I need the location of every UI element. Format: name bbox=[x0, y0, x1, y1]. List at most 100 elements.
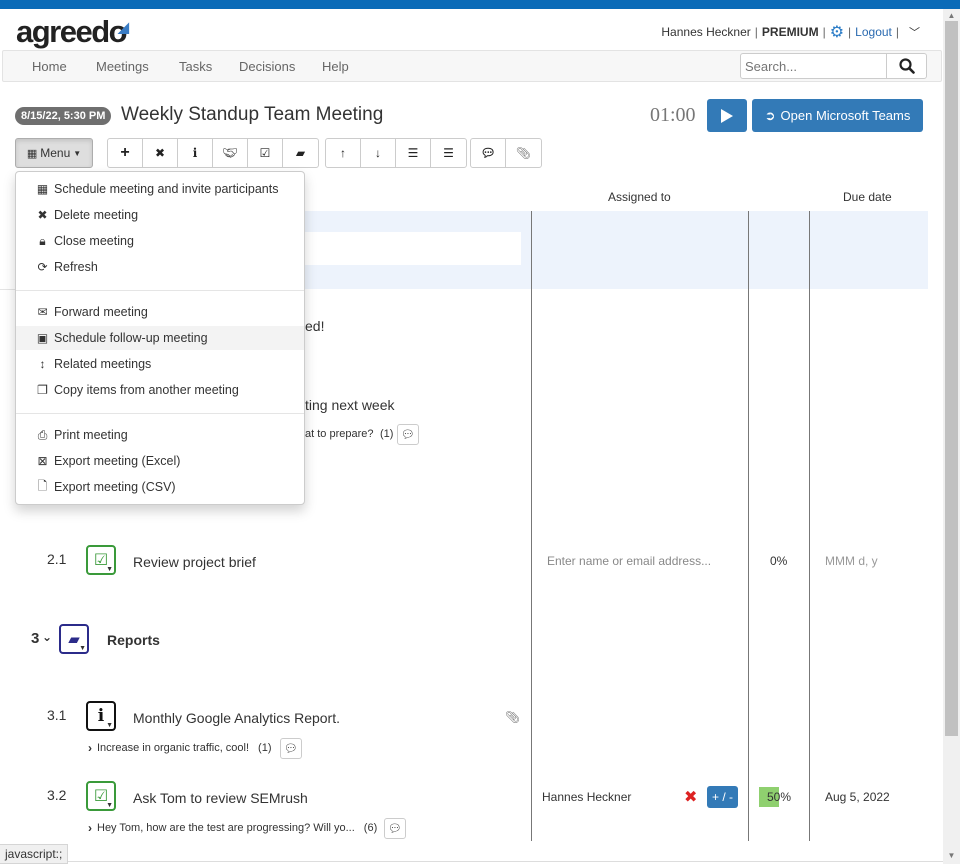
chevron-right-icon[interactable]: › bbox=[88, 741, 92, 755]
menu-item-follow-up[interactable]: ▣ Schedule follow-up meeting bbox=[16, 326, 304, 350]
menu-item-label: Schedule meeting and invite participants bbox=[54, 182, 279, 196]
item-number: 3.1 bbox=[47, 707, 67, 723]
comment-icon: 💬︎ bbox=[480, 146, 496, 160]
progress-bar[interactable]: 50% bbox=[759, 787, 799, 807]
menu-item-copy[interactable]: ❐ Copy items from another meeting bbox=[16, 378, 304, 402]
menu-item-related[interactable]: ↕ Related meetings bbox=[16, 352, 304, 376]
comment-line: › Hey Tom, how are the test are progress… bbox=[88, 821, 377, 835]
scroll-up-icon[interactable]: ▲ bbox=[943, 9, 960, 21]
comment-button[interactable]: 💬︎ bbox=[397, 424, 419, 445]
caret-down-icon: ▼ bbox=[106, 802, 113, 809]
task-type-icon[interactable]: ☑ ▼ bbox=[86, 545, 116, 575]
attach-button[interactable]: 📎︎ bbox=[506, 139, 541, 167]
partial-comment: at to prepare? bbox=[305, 428, 374, 440]
arrow-up-icon: ↑ bbox=[340, 146, 346, 160]
scrollbar-thumb[interactable] bbox=[945, 21, 958, 736]
progress-value[interactable]: 0% bbox=[770, 554, 787, 568]
topic-title[interactable]: Reports bbox=[107, 632, 160, 648]
comment-preview[interactable]: Increase in organic traffic, cool! bbox=[97, 742, 249, 754]
menu-item-export-csv[interactable]: 🗋 Export meeting (CSV) bbox=[16, 475, 304, 499]
item-number: 3.2 bbox=[47, 787, 67, 803]
plan-badge: PREMIUM bbox=[761, 25, 819, 39]
menu-item-delete[interactable]: ✖ Delete meeting bbox=[16, 203, 304, 227]
add-info-button[interactable]: i bbox=[178, 139, 213, 167]
circle-arrow-icon: ➲ bbox=[764, 107, 776, 123]
logo-arrow-icon: ◢ bbox=[118, 19, 129, 35]
start-timer-button[interactable] bbox=[707, 99, 747, 132]
file-icon: 🗋 bbox=[37, 478, 48, 493]
nav-meetings[interactable]: Meetings bbox=[96, 59, 149, 74]
highlighted-row-input[interactable] bbox=[300, 232, 521, 265]
comment-preview[interactable]: Hey Tom, how are the test are progressin… bbox=[97, 822, 355, 834]
chevron-down-icon[interactable]: ﹀ bbox=[909, 24, 920, 40]
folder-open-icon: ▰ bbox=[295, 146, 306, 160]
outdent-icon: ☰ bbox=[443, 146, 454, 160]
comment-button[interactable]: 💬︎ bbox=[471, 139, 506, 167]
menu-item-refresh[interactable]: ⟳ Refresh bbox=[16, 255, 304, 279]
logout-link[interactable]: Logout bbox=[855, 25, 892, 39]
move-up-button[interactable]: ↑ bbox=[326, 139, 361, 167]
assignee-name[interactable]: Hannes Heckner bbox=[542, 790, 631, 804]
info-type-icon[interactable]: i ▼ bbox=[86, 701, 116, 731]
comment-button[interactable]: 💬︎ bbox=[280, 738, 302, 759]
move-down-button[interactable]: ↓ bbox=[361, 139, 396, 167]
open-teams-button[interactable]: ➲ Open Microsoft Teams bbox=[752, 99, 923, 132]
folder-open-icon: ▰ bbox=[68, 631, 80, 648]
add-item-button[interactable]: + bbox=[108, 139, 143, 167]
item-title[interactable]: Review project brief bbox=[133, 554, 256, 570]
paperclip-icon[interactable]: 📎︎ bbox=[505, 710, 520, 724]
info-icon: i bbox=[97, 706, 105, 726]
remove-assignee-icon[interactable]: ✖ bbox=[684, 787, 697, 807]
assign-toggle-button[interactable]: + / - bbox=[707, 786, 738, 808]
scroll-down-icon[interactable]: ▼ bbox=[943, 849, 960, 861]
due-date-input[interactable]: MMM d, y bbox=[825, 554, 878, 568]
menu-item-export-excel[interactable]: ⊠ Export meeting (Excel) bbox=[16, 449, 304, 473]
nav-help[interactable]: Help bbox=[322, 59, 349, 74]
comment-button[interactable]: 💬︎ bbox=[384, 818, 406, 839]
column-divider bbox=[748, 211, 749, 841]
item-number: 2.1 bbox=[47, 551, 67, 567]
vertical-scrollbar[interactable]: ▲ ▼ bbox=[943, 9, 960, 864]
menu-button[interactable]: ▦ Menu ▼ bbox=[15, 138, 93, 168]
indent-button[interactable]: ☰ bbox=[396, 139, 431, 167]
calendar-icon: ▦ bbox=[36, 182, 49, 196]
due-date[interactable]: Aug 5, 2022 bbox=[825, 790, 890, 804]
column-divider bbox=[809, 211, 810, 841]
item-title[interactable]: Monthly Google Analytics Report. bbox=[133, 710, 340, 726]
comment-icon: 💬︎ bbox=[388, 823, 402, 835]
user-name[interactable]: Hannes Heckner bbox=[661, 25, 750, 39]
assignee-input[interactable]: Enter name or email address... bbox=[547, 554, 711, 568]
search-input[interactable] bbox=[740, 53, 887, 79]
extras-toolbar-group: 💬︎ 📎︎ bbox=[470, 138, 542, 168]
meeting-title[interactable]: Weekly Standup Team Meeting bbox=[121, 104, 383, 126]
add-task-button[interactable]: ☑ bbox=[248, 139, 283, 167]
menu-item-close[interactable]: 🔒︎ Close meeting bbox=[16, 229, 304, 253]
task-type-icon[interactable]: ☑ ▼ bbox=[86, 781, 116, 811]
menu-item-print[interactable]: ⎙ Print meeting bbox=[16, 423, 304, 447]
outdent-button[interactable]: ☰ bbox=[431, 139, 466, 167]
nav-decisions[interactable]: Decisions bbox=[239, 59, 295, 74]
gear-icon[interactable]: ⚙ bbox=[830, 22, 844, 42]
add-topic-button[interactable]: ▰ bbox=[283, 139, 318, 167]
menu-item-label: Export meeting (Excel) bbox=[54, 454, 181, 468]
add-decision-button[interactable]: 🤝︎ bbox=[213, 139, 248, 167]
close-icon: ✖ bbox=[37, 208, 48, 222]
menu-item-forward[interactable]: ✉ Forward meeting bbox=[16, 300, 304, 324]
chevron-down-icon[interactable]: ⌄ bbox=[42, 630, 52, 644]
menu-item-schedule[interactable]: ▦ Schedule meeting and invite participant… bbox=[16, 177, 304, 201]
close-icon: ✖ bbox=[154, 146, 166, 160]
column-header-due: Due date bbox=[843, 190, 892, 204]
browser-status-bar: javascript:; bbox=[0, 844, 69, 864]
topic-number: 3 bbox=[31, 630, 40, 647]
separator: | bbox=[822, 25, 826, 39]
logo[interactable]: agreedo◢ bbox=[16, 14, 135, 50]
delete-item-button[interactable]: ✖ bbox=[143, 139, 178, 167]
chevron-right-icon[interactable]: › bbox=[88, 821, 92, 835]
menu-item-label: Export meeting (CSV) bbox=[54, 480, 176, 494]
menu-divider bbox=[16, 290, 304, 291]
item-title[interactable]: Ask Tom to review SEMrush bbox=[133, 790, 308, 806]
folder-type-icon[interactable]: ▰ ▼ bbox=[59, 624, 89, 654]
nav-home[interactable]: Home bbox=[32, 59, 67, 74]
nav-tasks[interactable]: Tasks bbox=[179, 59, 212, 74]
search-button[interactable] bbox=[886, 53, 927, 79]
